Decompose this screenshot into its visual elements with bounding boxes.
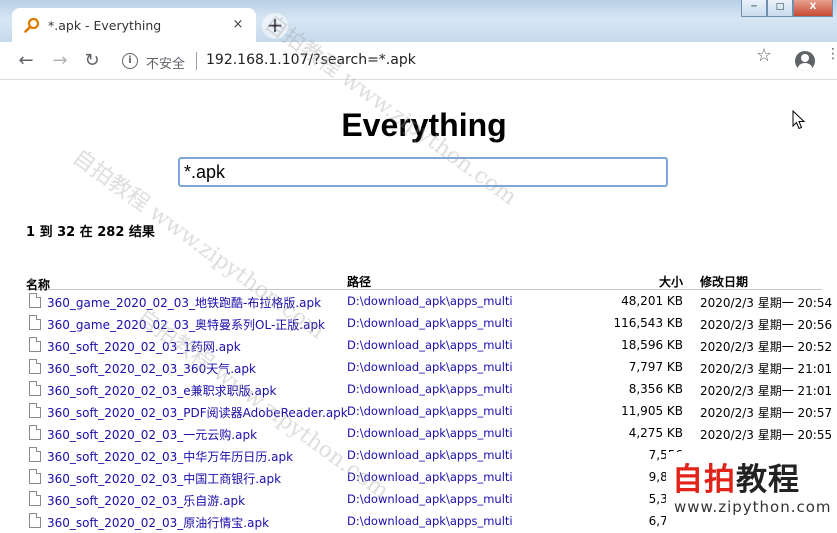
file-path-link[interactable]: D:\download_apk\apps_multi [347,360,513,374]
column-header-size[interactable]: 大小 [586,273,683,290]
page-title: Everything [341,107,507,143]
file-name-link[interactable]: 360_soft_2020_02_03_e兼职求职版.apk [47,382,276,399]
file-size: 116,543 KB [613,316,683,330]
column-header-path[interactable]: 路径 [347,273,371,290]
tab-close-icon[interactable]: × [230,17,246,33]
file-path-link[interactable]: D:\download_apk\apps_multi [347,294,513,308]
minimize-button[interactable]: ─ [741,0,767,17]
file-modified-date: 2020/2/3 星期一 20:56 [700,318,833,332]
file-modified-date: 2020/2/3 星期一 20:52 [700,340,833,354]
profile-avatar-icon[interactable] [795,51,815,71]
browser-tab-active[interactable]: *.apk - Everything × [12,8,256,42]
reload-icon[interactable]: ↻ [80,49,104,73]
file-icon [29,403,41,418]
new-tab-button[interactable]: + [262,13,288,39]
file-path-link[interactable]: D:\download_apk\apps_multi [347,514,513,528]
table-row: 360_soft_2020_02_03_e兼职求职版.apk D:\downloa… [26,378,832,400]
file-name-link[interactable]: 360_soft_2020_02_03_PDF阅读器AdobeReader.ap… [47,404,348,421]
file-modified-date: 2020/2/3 星期一 21:01 [700,384,833,398]
table-row: 360_soft_2020_02_03_1药网.apk D:\download_a… [26,334,832,356]
table-row: 360_soft_2020_02_03_PDF阅读器AdobeReader.ap… [26,400,832,422]
forward-icon[interactable]: → [48,49,72,73]
column-header-date[interactable]: 修改日期 [700,273,748,290]
file-path-link[interactable]: D:\download_apk\apps_multi [347,470,513,484]
browser-tab-strip: *.apk - Everything × + ─ □ X [0,0,837,42]
file-path-link[interactable]: D:\download_apk\apps_multi [347,426,513,440]
file-path-link[interactable]: D:\download_apk\apps_multi [347,338,513,352]
url-text[interactable]: 192.168.1.107/?search=*.apk [206,52,416,68]
file-icon [29,381,41,396]
maximize-button[interactable]: □ [767,0,793,17]
security-status[interactable]: 不安全 [146,53,185,72]
file-icon [29,491,41,506]
file-icon [29,425,41,440]
file-path-link[interactable]: D:\download_apk\apps_multi [347,404,513,418]
table-header: 名称 ▲ 路径 大小 修改日期 [26,270,822,292]
table-row: 360_soft_2020_02_03_360天气.apk D:\download… [26,356,832,378]
everything-favicon-icon [24,17,40,33]
omnibox-divider [196,52,197,70]
bookmark-star-icon[interactable]: ☆ [756,45,772,66]
file-icon [29,447,41,462]
file-icon [29,469,41,484]
file-size: 8,356 KB [628,382,683,396]
sort-ascending-icon: ▲ [29,276,35,284]
table-row: 360_soft_2020_02_03_一元云购.apk D:\download_… [26,422,832,444]
file-icon [29,315,41,330]
tab-title: *.apk - Everything [48,18,162,33]
file-name-link[interactable]: 360_soft_2020_02_03_360天气.apk [47,360,256,377]
close-window-button[interactable]: X [793,0,833,17]
search-input[interactable]: *.apk [178,157,668,187]
file-path-link[interactable]: D:\download_apk\apps_multi [347,492,513,506]
file-size: 11,905 KB [621,404,683,418]
window-controls: ─ □ X [741,0,833,18]
table-row: 360_game_2020_02_03_奥特曼系列OL-正版.apk D:\dow… [26,312,832,334]
file-name-link[interactable]: 360_soft_2020_02_03_1药网.apk [47,338,241,355]
address-bar[interactable]: i 不安全 192.168.1.107/?search=*.apk [110,46,790,76]
brand-logo-text: 自拍教程 [672,462,800,498]
file-size: 48,201 KB [621,294,683,308]
file-path-link[interactable]: D:\download_apk\apps_multi [347,382,513,396]
file-icon [29,293,41,308]
result-summary: 1 到 32 在 282 结果 [26,225,155,240]
file-icon [29,337,41,352]
file-name-link[interactable]: 360_soft_2020_02_03_原油行情宝.apk [47,514,269,531]
browser-menu-icon[interactable]: ⋮ [826,47,837,61]
file-name-link[interactable]: 360_game_2020_02_03_奥特曼系列OL-正版.apk [47,316,325,333]
file-name-link[interactable]: 360_game_2020_02_03_地铁跑酷-布拉格版.apk [47,294,321,311]
file-icon [29,359,41,374]
file-path-link[interactable]: D:\download_apk\apps_multi [347,316,513,330]
file-name-link[interactable]: 360_soft_2020_02_03_乐自游.apk [47,492,245,509]
file-name-link[interactable]: 360_soft_2020_02_03_一元云购.apk [47,426,257,443]
file-modified-date: 2020/2/3 星期一 20:54 [700,296,833,310]
brand-url: www.zipython.com [674,498,832,516]
file-modified-date: 2020/2/3 星期一 20:55 [700,428,833,442]
file-size: 7,797 KB [628,360,683,374]
file-modified-date: 2020/2/3 星期一 20:57 [700,406,833,420]
mouse-pointer-icon [792,110,806,130]
file-size: 4,275 KB [628,426,683,440]
file-icon [29,513,41,528]
back-icon[interactable]: ← [14,49,38,73]
browser-toolbar: ← → ↻ i 不安全 192.168.1.107/?search=*.apk … [0,42,837,80]
file-name-link[interactable]: 360_soft_2020_02_03_中国工商银行.apk [47,470,281,487]
site-info-icon[interactable]: i [122,53,138,69]
file-size: 18,596 KB [621,338,683,352]
file-path-link[interactable]: D:\download_apk\apps_multi [347,448,513,462]
file-modified-date: 2020/2/3 星期一 21:01 [700,362,833,376]
brand-logo: 自拍教程 www.zipython.com [666,452,837,533]
file-name-link[interactable]: 360_soft_2020_02_03_中华万年历日历.apk [47,448,293,465]
table-row: 360_game_2020_02_03_地铁跑酷-布拉格版.apk D:\down… [26,290,832,312]
